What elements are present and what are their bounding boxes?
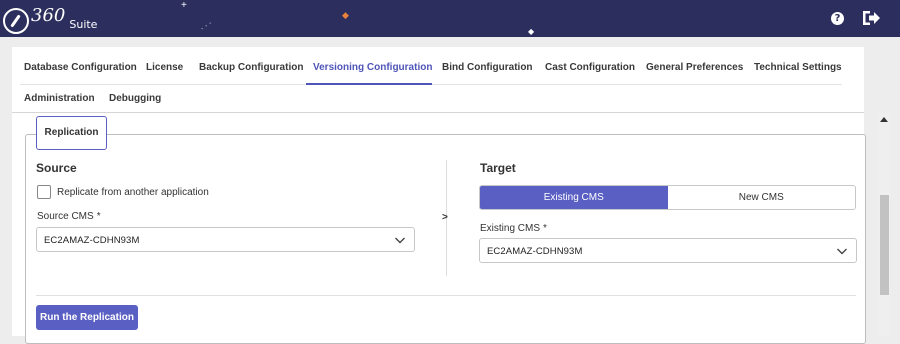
question-circle-icon[interactable]: ?	[831, 12, 844, 25]
source-cms-label: Source CMS *	[37, 211, 101, 222]
replicate-checkbox-label: Replicate from another application	[57, 187, 209, 198]
tab-technical-settings[interactable]: Technical Settings	[754, 62, 842, 73]
logout-icon[interactable]	[861, 9, 881, 27]
chevron-down-icon	[837, 248, 847, 255]
existing-cms-select[interactable]: EC2AMAZ-CDHN93M	[479, 238, 857, 263]
existing-cms-label: Existing CMS *	[480, 223, 547, 234]
tab-database-configuration[interactable]: Database Configuration	[24, 62, 137, 73]
logo-number: 360	[31, 5, 66, 26]
compass-icon	[3, 8, 29, 34]
target-heading: Target	[480, 161, 516, 175]
decor-diamond-small: ◆	[528, 27, 535, 36]
required-mark: *	[543, 223, 547, 234]
active-tab-indicator	[306, 83, 432, 85]
decor-star: +	[181, 0, 187, 11]
new-cms-option[interactable]: New CMS	[667, 186, 855, 209]
scrollbar-thumb[interactable]	[880, 195, 889, 295]
existing-cms-label-text: Existing CMS	[480, 223, 541, 234]
tab-license[interactable]: License	[146, 62, 183, 73]
required-mark: *	[96, 211, 101, 222]
run-replication-button[interactable]: Run the Replication	[36, 305, 138, 330]
source-cms-value: EC2AMAZ-CDHN93M	[44, 235, 140, 246]
settings-tabs: Database Configuration License Backup Co…	[12, 47, 864, 113]
app-header: + · · · ◆ ◆ 360 Suite ?	[0, 0, 900, 37]
source-cms-select[interactable]: EC2AMAZ-CDHN93M	[36, 227, 415, 252]
arrow-right-icon: >	[442, 212, 448, 223]
tab-debugging[interactable]: Debugging	[109, 93, 161, 104]
chevron-down-icon	[395, 237, 405, 244]
scroll-up-arrow-icon[interactable]	[880, 117, 888, 122]
target-cms-toggle: Existing CMS New CMS	[479, 185, 856, 210]
tab-administration[interactable]: Administration	[24, 93, 95, 104]
decor-diamond: ◆	[342, 10, 349, 20]
existing-cms-value: EC2AMAZ-CDHN93M	[487, 246, 583, 257]
source-cms-label-text: Source CMS	[37, 211, 94, 222]
replication-section-title[interactable]: Replication	[36, 116, 107, 150]
tab-backup-configuration[interactable]: Backup Configuration	[199, 62, 303, 73]
section-divider	[36, 295, 856, 296]
logo-suite: Suite	[69, 18, 98, 31]
tab-versioning-configuration[interactable]: Versioning Configuration	[313, 62, 432, 73]
existing-cms-option[interactable]: Existing CMS	[480, 186, 668, 209]
tab-cast-configuration[interactable]: Cast Configuration	[545, 62, 635, 73]
app-logo[interactable]: 360 Suite	[3, 4, 97, 34]
replicate-from-another-app-checkbox[interactable]	[37, 185, 51, 199]
decor-dots: · · ·	[198, 18, 214, 33]
source-heading: Source	[36, 161, 77, 175]
tab-bind-configuration[interactable]: Bind Configuration	[442, 62, 533, 73]
tab-general-preferences[interactable]: General Preferences	[646, 62, 743, 73]
